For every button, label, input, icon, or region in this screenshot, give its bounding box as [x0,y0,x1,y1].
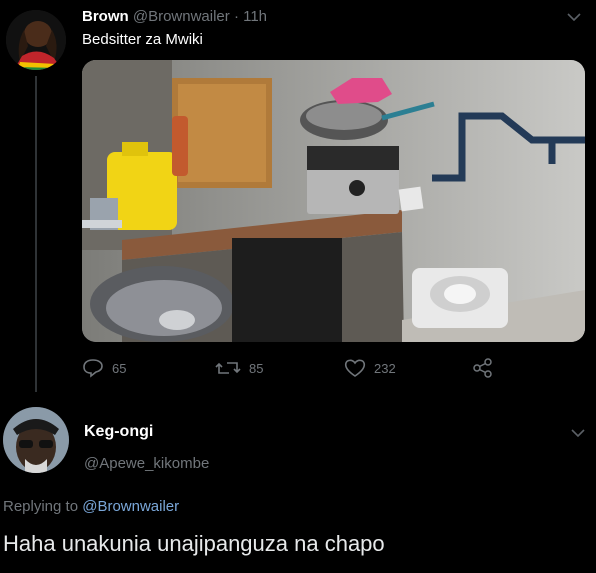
replying-to-label: Replying to [3,498,79,515]
tweet-actions: 65 85 232 [82,358,502,382]
tweet-text: Bedsitter za Mwiki [82,31,203,48]
author-handle[interactable]: @Brownwailer [133,8,230,25]
author-name[interactable]: Brown [82,8,129,25]
reply-count: 65 [112,360,127,376]
reply-author-name[interactable]: Keg-ongi [84,423,153,441]
reply-author-handle[interactable]: @Apewe_kikombe [84,455,209,472]
reply-text: Haha unakunia unajipanguza na chapo [3,531,385,556]
like-icon[interactable] [344,358,366,378]
avatar[interactable] [6,10,66,70]
chevron-down-icon[interactable] [571,426,585,440]
reply-action[interactable]: 65 [82,358,126,378]
replying-to: Replying to @Brownwailer [3,498,179,515]
like-action[interactable]: 232 [344,358,396,378]
replying-to-link[interactable]: @Brownwailer [82,498,179,515]
dot-separator: · [233,8,239,25]
tweet-photo[interactable] [82,60,585,342]
retweet-action[interactable]: 85 [215,358,263,378]
thread-line [35,76,37,392]
share-icon[interactable] [472,358,494,378]
like-count: 232 [374,360,396,376]
retweet-icon[interactable] [215,358,241,378]
tweet-time[interactable]: 11h [243,8,267,25]
reply-avatar[interactable] [3,407,69,473]
retweet-count: 85 [249,360,264,376]
chevron-down-icon[interactable] [567,10,581,24]
share-action[interactable] [472,358,494,378]
reply-icon[interactable] [82,358,104,378]
tweet-header: Brown @Brownwailer · 11h [82,8,267,25]
